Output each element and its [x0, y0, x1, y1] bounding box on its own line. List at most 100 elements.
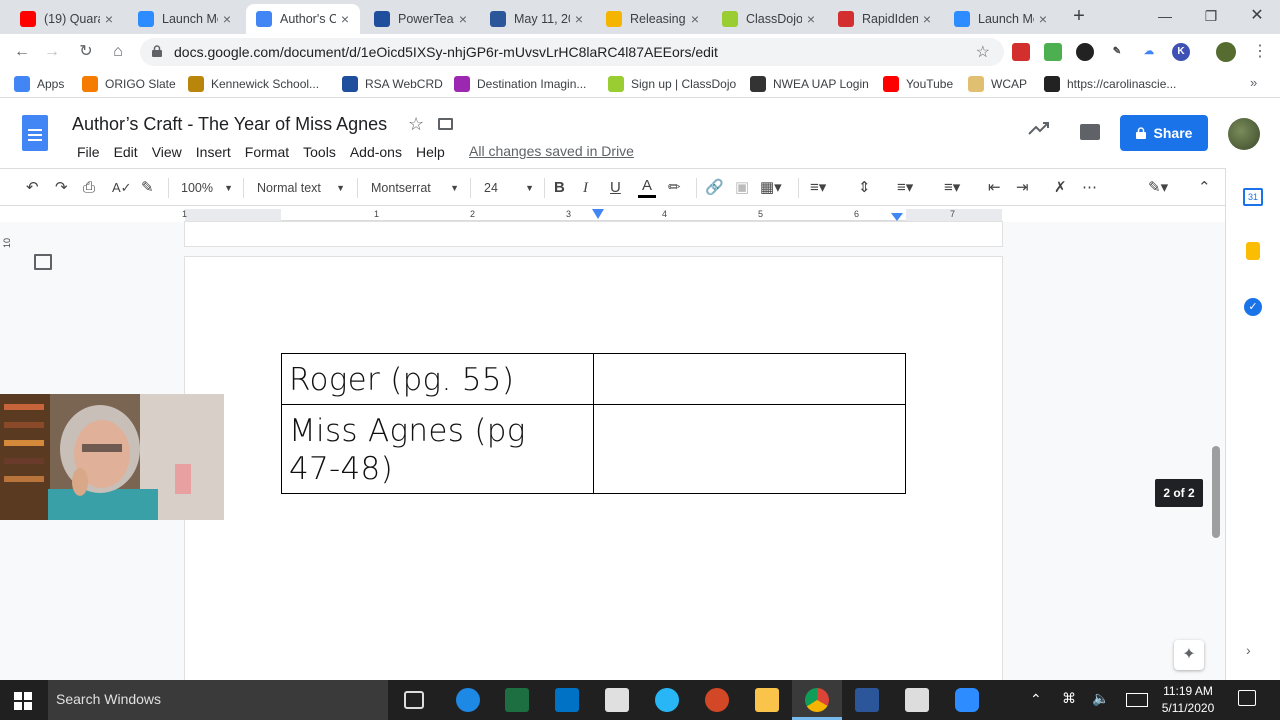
outlook-icon[interactable] — [555, 688, 579, 712]
menu-item[interactable]: Tools — [296, 142, 343, 162]
menu-item[interactable]: Help — [409, 142, 452, 162]
bookmark-item[interactable]: Kennewick School... — [188, 75, 319, 93]
document-title[interactable]: Author’s Craft - The Year of Miss Agnes — [72, 114, 387, 135]
clear-formatting-icon[interactable]: ✗ — [1054, 178, 1067, 198]
tasks-icon[interactable]: ✓ — [1244, 298, 1262, 316]
account-avatar[interactable] — [1228, 118, 1260, 150]
extension-screencast-icon[interactable] — [1076, 43, 1094, 61]
zoom-icon[interactable] — [955, 688, 979, 712]
chevron-up-icon[interactable]: ⌃ — [1030, 691, 1042, 708]
undo-icon[interactable]: ↶ — [26, 178, 39, 198]
paint-format-icon[interactable]: ✎ — [141, 178, 154, 198]
close-tab-icon[interactable]: × — [100, 11, 118, 27]
notifications-icon[interactable] — [1238, 690, 1256, 706]
browser-tab[interactable]: RapidIdentity× — [828, 4, 942, 34]
reload-button[interactable]: ↻ — [74, 40, 98, 64]
table-cell[interactable] — [593, 353, 906, 405]
browser-menu-icon[interactable]: ⋮ — [1248, 40, 1272, 64]
bookmark-item[interactable]: Destination Imagin... — [454, 75, 586, 93]
browser-tab[interactable]: Launch Meeting× — [128, 4, 242, 34]
bold-icon[interactable]: B — [554, 178, 565, 198]
menu-item[interactable]: Format — [238, 142, 296, 162]
close-tab-icon[interactable]: × — [686, 11, 704, 27]
expand-panel-icon[interactable]: › — [1246, 642, 1251, 658]
increase-indent-icon[interactable]: ⇥ — [1016, 178, 1029, 198]
underline-icon[interactable]: U — [610, 178, 621, 198]
bookmark-item[interactable]: RSA WebCRD — [342, 75, 443, 93]
bookmark-item[interactable]: https://carolinascie... — [1044, 75, 1176, 93]
spellcheck-icon[interactable]: A✓ — [112, 178, 132, 198]
excel-icon[interactable] — [505, 688, 529, 712]
table-cell[interactable] — [593, 404, 906, 494]
italic-icon[interactable]: I — [583, 178, 588, 198]
back-button[interactable]: ← — [10, 40, 34, 64]
file-explorer-icon[interactable] — [755, 688, 779, 712]
extension-k-icon[interactable]: K — [1172, 43, 1190, 61]
volume-icon[interactable]: 🔈 — [1092, 690, 1109, 707]
edge-icon[interactable] — [456, 688, 480, 712]
wifi-icon[interactable]: ⌘ — [1062, 690, 1076, 707]
redo-icon[interactable]: ↷ — [55, 178, 68, 198]
menu-item[interactable]: View — [145, 142, 189, 162]
bookmark-item[interactable]: YouTube — [883, 75, 953, 93]
zoom-select[interactable]: 100% ▼ — [181, 178, 233, 198]
font-size-select[interactable]: 24 ▼ — [484, 178, 534, 198]
bookmark-item[interactable]: Sign up | ClassDojo — [608, 75, 736, 93]
align-left-icon[interactable]: ≡▾ — [810, 178, 826, 198]
table-cell[interactable]: Miss Agnes (pg 47-48) — [281, 404, 594, 494]
browser-tab[interactable]: Launch Meeting× — [944, 4, 1058, 34]
print-icon[interactable]: ⎙ — [83, 178, 95, 198]
document-outline-icon[interactable] — [34, 254, 52, 270]
close-tab-icon[interactable]: × — [454, 11, 472, 27]
close-tab-icon[interactable]: × — [336, 11, 354, 27]
task-view-icon[interactable] — [404, 691, 424, 709]
link-icon[interactable]: 🔗 — [705, 178, 724, 198]
bookmark-item[interactable]: WCAP — [968, 75, 1027, 93]
document-table[interactable]: Roger (pg. 55) Miss Agnes (pg 47-48) — [281, 353, 906, 494]
omnibox[interactable]: docs.google.com/document/d/1eOicd5IXSy-n… — [140, 38, 1004, 66]
store-icon[interactable] — [605, 688, 629, 712]
more-options-icon[interactable]: ⋯ — [1082, 178, 1097, 198]
home-button[interactable]: ⌂ — [106, 40, 130, 64]
keyboard-icon[interactable] — [1126, 693, 1148, 707]
comments-icon[interactable] — [1080, 124, 1100, 140]
more-bookmarks-icon[interactable]: » — [1250, 75, 1257, 90]
highlight-icon[interactable]: ✏ — [668, 178, 681, 198]
restore-button[interactable]: ❐ — [1188, 4, 1234, 28]
style-select[interactable]: Normal text ▼ — [257, 178, 345, 198]
chrome-icon[interactable] — [805, 688, 829, 712]
vertical-scrollbar[interactable] — [1212, 446, 1220, 538]
close-tab-icon[interactable]: × — [570, 11, 588, 27]
browser-tab[interactable]: Releasing × — [596, 4, 710, 34]
explore-icon[interactable]: ✦ — [1174, 640, 1204, 670]
numbered-list-icon[interactable]: ≡▾ — [897, 178, 913, 198]
table-cell[interactable]: Roger (pg. 55) — [281, 353, 594, 405]
new-tab-button[interactable]: + — [1070, 5, 1088, 27]
move-folder-icon[interactable] — [438, 118, 453, 130]
powerpoint-icon[interactable] — [705, 688, 729, 712]
google-docs-logo-icon[interactable] — [22, 115, 48, 151]
keep-icon[interactable] — [1246, 242, 1260, 260]
bulleted-list-icon[interactable]: ≡▾ — [944, 178, 960, 198]
close-tab-icon[interactable]: × — [1034, 11, 1052, 27]
menu-item[interactable]: File — [70, 142, 107, 162]
collapse-menus-icon[interactable]: ⌃ — [1198, 178, 1211, 198]
text-color-icon[interactable]: A — [638, 178, 656, 198]
close-tab-icon[interactable]: × — [918, 11, 936, 27]
minimize-button[interactable]: — — [1142, 4, 1188, 28]
browser-tab[interactable]: Author's Craft× — [246, 4, 360, 34]
share-button[interactable]: Share — [1120, 115, 1208, 151]
insert-image-icon[interactable]: ▦▾ — [760, 178, 782, 198]
extension-puzzle-icon[interactable]: ☁ — [1140, 43, 1158, 61]
close-tab-icon[interactable]: × — [802, 11, 820, 27]
font-select[interactable]: Montserrat ▼ — [371, 178, 459, 198]
menu-item[interactable]: Edit — [107, 142, 145, 162]
bookmark-star-icon[interactable]: ☆ — [976, 42, 990, 62]
browser-tab[interactable]: ClassDojo × — [712, 4, 826, 34]
windows-search-box[interactable]: Search Windows — [48, 680, 388, 720]
word-icon[interactable] — [855, 688, 879, 712]
browser-tab[interactable]: May 11, 2020× — [480, 4, 594, 34]
close-window-button[interactable]: ✕ — [1234, 4, 1280, 28]
add-comment-icon[interactable]: ▣ — [735, 178, 749, 198]
bookmark-item[interactable]: NWEA UAP Login — [750, 75, 869, 93]
